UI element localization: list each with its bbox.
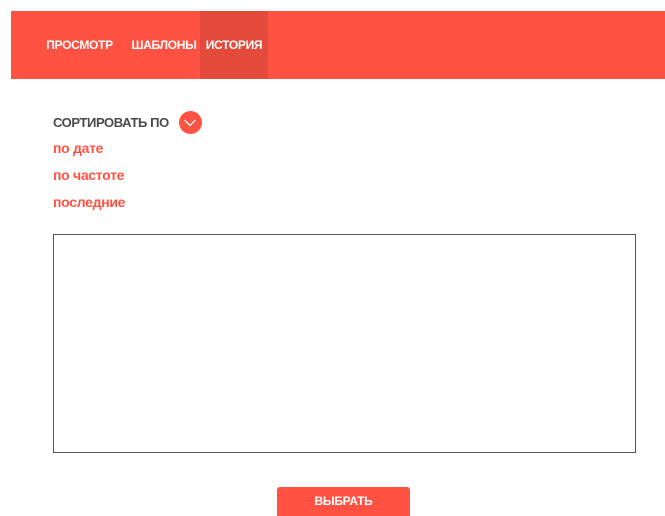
tab-history[interactable]: ИСТОРИЯ xyxy=(200,11,268,79)
sort-toggle-button[interactable] xyxy=(178,111,202,134)
sort-label: СОРТИРОВАТЬ ПО xyxy=(53,115,169,130)
chevron-down-icon xyxy=(184,119,196,126)
top-navbar: ПРОСМОТР ШАБЛОНЫ ИСТОРИЯ xyxy=(11,11,665,79)
sort-options-list: по дате по частоте последние xyxy=(53,139,125,220)
history-list-box[interactable] xyxy=(53,234,636,453)
tab-templates[interactable]: ШАБЛОНЫ xyxy=(128,11,200,79)
sort-header: СОРТИРОВАТЬ ПО xyxy=(53,111,202,134)
sort-option-by-frequency[interactable]: по частоте xyxy=(53,166,125,193)
sort-option-by-date[interactable]: по дате xyxy=(53,139,125,166)
select-button[interactable]: ВЫБРАТЬ xyxy=(277,487,410,516)
tab-view[interactable]: ПРОСМОТР xyxy=(11,11,128,79)
sort-option-recent[interactable]: последние xyxy=(53,193,125,220)
page: ПРОСМОТР ШАБЛОНЫ ИСТОРИЯ СОРТИРОВАТЬ ПО … xyxy=(0,0,665,516)
